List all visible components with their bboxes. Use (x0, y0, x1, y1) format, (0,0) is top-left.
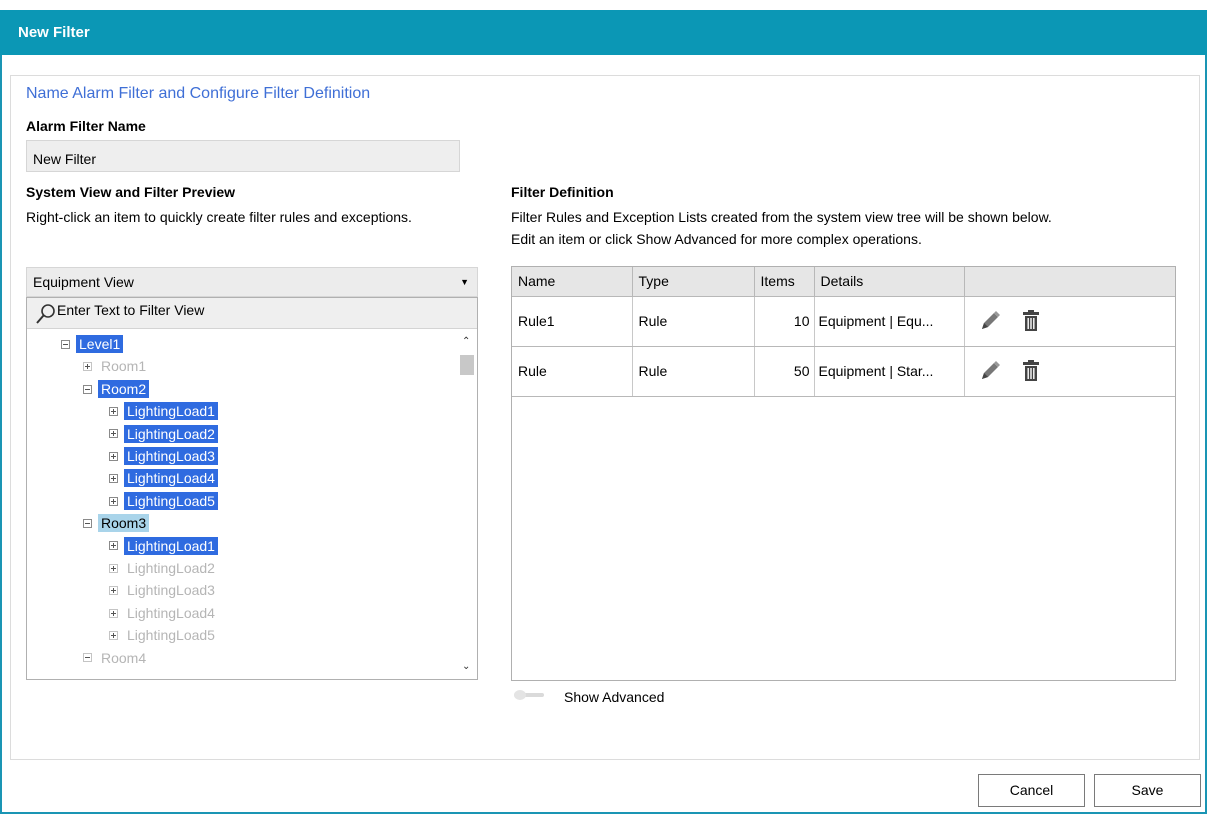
show-advanced-toggle[interactable] (514, 690, 544, 702)
tree-node[interactable]: Level1 (61, 334, 124, 355)
tree-node-label: LightingLoad3 (127, 582, 215, 599)
tree-node-label: LightingLoad1 (124, 402, 218, 421)
system-view-title: System View and Filter Preview (26, 184, 236, 200)
pencil-icon[interactable] (979, 360, 1001, 382)
table-row[interactable]: Rule Rule 50 Equipment | Star... (512, 346, 1175, 397)
tree-node[interactable]: LightingLoad4 (109, 603, 218, 624)
scroll-thumb[interactable] (460, 355, 474, 375)
trash-icon[interactable] (1022, 310, 1040, 332)
window-title: New Filter (18, 24, 90, 41)
toggle-knob (514, 690, 526, 700)
cell-name: Rule1 (512, 296, 633, 347)
trash-icon[interactable] (1022, 360, 1040, 382)
expand-icon[interactable] (109, 541, 118, 551)
tree-node[interactable]: LightingLoad4 (109, 468, 218, 489)
tree-node[interactable]: Room2 (83, 379, 150, 400)
filter-definition-title: Filter Definition (511, 184, 614, 200)
tree-node[interactable]: Room3 (83, 513, 150, 534)
tree-node[interactable]: LightingLoad3 (109, 446, 218, 467)
cell-actions (964, 296, 1175, 347)
column-header-actions (964, 267, 1175, 297)
alarm-filter-name-label: Alarm Filter Name (26, 118, 146, 134)
expand-icon[interactable] (109, 630, 118, 640)
filter-definition-hint-2: Edit an item or click Show Advanced for … (511, 231, 922, 247)
cell-details: Equipment | Equ... (814, 296, 965, 347)
expand-icon[interactable] (109, 474, 118, 484)
expand-icon[interactable] (109, 429, 118, 439)
cell-name: Rule (512, 346, 633, 397)
scroll-down-icon[interactable]: ⌄ (462, 661, 470, 672)
tree-node[interactable]: LightingLoad2 (109, 424, 218, 445)
tree-node-label: LightingLoad5 (124, 491, 218, 510)
tree-node[interactable]: LightingLoad5 (109, 625, 218, 646)
table-row[interactable]: Rule1 Rule 10 Equipment | Equ... (512, 296, 1175, 347)
tree-node[interactable]: Room1 (83, 356, 149, 377)
tree-node-label: LightingLoad5 (127, 627, 215, 644)
cell-actions (964, 346, 1175, 397)
dropdown-arrow-icon: ▼ (460, 277, 469, 287)
system-view-tree-panel: Enter Text to Filter View Level1 Room1 Roo… (26, 297, 478, 680)
collapse-icon[interactable] (83, 653, 92, 663)
column-header-details[interactable]: Details (814, 267, 965, 297)
tree-node-label: LightingLoad4 (127, 604, 215, 621)
pencil-icon[interactable] (979, 310, 1001, 332)
magnifier-icon (36, 304, 55, 324)
title-bar: New Filter (0, 10, 1207, 55)
tree-node[interactable]: LightingLoad2 (109, 558, 218, 579)
column-header-name[interactable]: Name (512, 267, 633, 297)
cell-details: Equipment | Star... (814, 346, 965, 397)
tree-node[interactable]: LightingLoad5 (109, 491, 218, 512)
expand-icon[interactable] (109, 563, 118, 573)
system-view-hint: Right-click an item to quickly create fi… (26, 209, 412, 225)
column-header-items[interactable]: Items (754, 267, 815, 297)
cancel-button[interactable]: Cancel (978, 774, 1085, 807)
expand-icon[interactable] (83, 362, 92, 372)
expand-icon[interactable] (109, 608, 118, 618)
tree-node-label: LightingLoad2 (127, 560, 215, 576)
filter-rules-table: Name Type Items Details Rule1 Rule 10 Eq… (512, 267, 1175, 397)
tree-node[interactable]: LightingLoad3 (109, 580, 218, 601)
table-header-row: Name Type Items Details (512, 267, 1175, 297)
cell-type: Rule (632, 346, 755, 397)
collapse-icon[interactable] (83, 518, 92, 528)
save-button[interactable]: Save (1094, 774, 1201, 807)
view-select-value: Equipment View (33, 274, 134, 290)
tree-search-placeholder: Enter Text to Filter View (57, 302, 205, 318)
filter-definition-hint-1: Filter Rules and Exception Lists created… (511, 209, 1052, 225)
collapse-icon[interactable] (83, 384, 92, 394)
tree-node-label: LightingLoad1 (124, 536, 218, 555)
expand-icon[interactable] (109, 586, 118, 596)
tree-node[interactable]: Room4 (83, 648, 149, 669)
tree-node-label: LightingLoad4 (124, 469, 218, 488)
column-header-type[interactable]: Type (632, 267, 755, 297)
tree-scrollbar[interactable]: ⌃ ⌄ (457, 330, 477, 679)
expand-icon[interactable] (109, 496, 118, 506)
tree-node-label: Room1 (101, 358, 147, 375)
alarm-filter-name-input[interactable] (26, 140, 460, 172)
tree-node-label: LightingLoad3 (124, 447, 218, 465)
tree-node-label: Room3 (98, 514, 150, 533)
page-heading: Name Alarm Filter and Configure Filter D… (26, 85, 371, 102)
tree-node[interactable]: LightingLoad1 (109, 401, 218, 422)
expand-icon[interactable] (109, 406, 118, 416)
tree-node[interactable]: LightingLoad1 (109, 536, 218, 557)
tree-search-input[interactable]: Enter Text to Filter View (27, 298, 477, 329)
tree-node-label: Room4 (101, 649, 147, 666)
scroll-up-icon[interactable]: ⌃ (462, 336, 470, 347)
show-advanced-label[interactable]: Show Advanced (564, 689, 664, 705)
tree-node-label: Room2 (98, 379, 150, 398)
expand-icon[interactable] (109, 451, 118, 461)
collapse-icon[interactable] (61, 339, 70, 349)
cell-items: 10 (754, 296, 815, 347)
tree-node-label: Level1 (76, 335, 124, 353)
tree-node-label: LightingLoad2 (124, 424, 218, 443)
filter-rules-grid: Name Type Items Details Rule1 Rule 10 Eq… (511, 266, 1176, 681)
cell-type: Rule (632, 296, 755, 347)
view-select[interactable]: Equipment View ▼ (26, 267, 478, 297)
top-strip (0, 0, 1207, 10)
cell-items: 50 (754, 346, 815, 397)
